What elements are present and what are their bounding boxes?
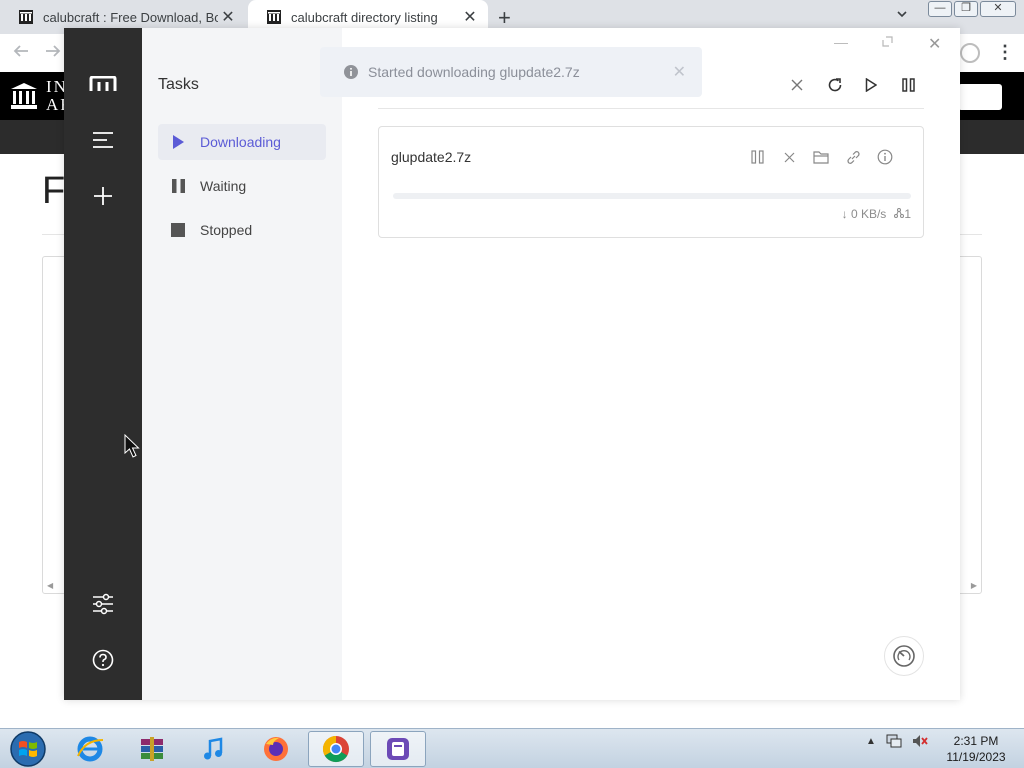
window-maximize-icon[interactable] — [882, 34, 893, 50]
window-minimize-icon[interactable]: — — [834, 34, 848, 50]
subnav-label: Waiting — [200, 178, 247, 194]
preferences-sliders-icon[interactable] — [88, 589, 118, 619]
task-info-icon[interactable] — [875, 147, 895, 167]
task-card[interactable]: glupdate2.7z ↓ 0 KB/s 1 — [378, 126, 924, 238]
connections-count: 1 — [894, 207, 911, 221]
archive-favicon-icon — [19, 10, 33, 24]
scroll-left-icon[interactable]: ◀ — [47, 581, 53, 590]
volume-muted-icon[interactable] — [912, 734, 928, 748]
show-hidden-icons-icon[interactable]: ▲ — [866, 736, 876, 747]
download-speed: ↓ 0 KB/s — [841, 207, 887, 221]
task-category-panel: Tasks Downloading Waiting Stopped — [142, 28, 342, 700]
task-delete-close-icon[interactable] — [779, 147, 799, 167]
tab-title: calubcraft : Free Download, Borrow — [43, 9, 218, 25]
connections-icon — [894, 208, 905, 218]
profile-avatar-icon[interactable] — [960, 43, 980, 63]
subnav-label: Stopped — [200, 222, 253, 238]
taskbar-firefox[interactable] — [248, 731, 304, 767]
stop-icon — [170, 222, 186, 238]
forward-arrow-icon[interactable] — [44, 42, 62, 66]
taskbar-winrar[interactable] — [124, 731, 180, 767]
site-search-box[interactable] — [958, 84, 1002, 110]
windows-start-button[interactable] — [6, 730, 50, 768]
help-icon[interactable] — [88, 645, 118, 675]
close-tab-icon[interactable]: ✕ — [218, 7, 238, 27]
internet-explorer-icon — [77, 736, 104, 762]
clock-date: 11/19/2023 — [946, 750, 1006, 764]
delete-task-close-icon[interactable] — [786, 74, 808, 96]
toast-close-icon[interactable]: ✕ — [673, 62, 686, 82]
system-tray: ▲ — [866, 734, 928, 748]
motrix-icon — [387, 738, 409, 760]
tasks-title: Tasks — [158, 76, 199, 93]
winrar-icon — [141, 737, 163, 761]
add-task-plus-icon[interactable] — [88, 181, 118, 211]
task-file-name: glupdate2.7z — [391, 149, 472, 165]
firefox-icon — [264, 737, 288, 761]
subnav-item-waiting[interactable]: Waiting — [158, 168, 326, 204]
network-icon[interactable] — [886, 734, 902, 748]
chrome-icon — [322, 735, 349, 763]
task-list-main: — ✕ glupdate2.7z ↓ 0 KB/s 1 — [342, 28, 960, 700]
window-close-icon[interactable]: ✕ — [928, 34, 941, 54]
archive-logo-icon[interactable] — [10, 82, 38, 110]
taskbar-itunes[interactable] — [186, 731, 242, 767]
mouse-cursor-icon — [124, 434, 140, 458]
tab-search-icon[interactable] — [896, 8, 908, 23]
taskbar-chrome[interactable] — [308, 731, 364, 767]
play-icon — [170, 134, 186, 150]
task-folder-icon[interactable] — [811, 147, 831, 167]
task-progress-bar — [393, 193, 911, 199]
connections-value: 1 — [904, 207, 911, 221]
task-stats: ↓ 0 KB/s 1 — [842, 207, 911, 221]
toolbar-divider — [378, 108, 924, 109]
restore-window-button[interactable]: ❐ — [954, 1, 978, 17]
refresh-icon[interactable] — [824, 74, 846, 96]
speedometer-button[interactable] — [884, 636, 924, 676]
subnav-item-downloading[interactable]: Downloading — [158, 124, 326, 160]
subnav-label: Downloading — [200, 134, 281, 150]
tab-title: calubcraft directory listing — [291, 9, 438, 25]
browser-menu-icon[interactable]: ⋮ — [996, 42, 1014, 63]
pause-all-icon[interactable] — [897, 74, 919, 96]
menu-icon[interactable] — [88, 125, 118, 155]
subnav-item-stopped[interactable]: Stopped — [158, 212, 326, 248]
clock-time: 2:31 PM — [953, 734, 999, 748]
resume-all-play-icon[interactable] — [860, 74, 882, 96]
site-page-heading: F — [42, 170, 66, 212]
close-tab-icon[interactable]: ✕ — [460, 7, 480, 27]
pause-icon — [170, 178, 186, 194]
speedometer-icon — [893, 645, 915, 667]
back-arrow-icon[interactable] — [12, 42, 30, 66]
motrix-logo-icon — [88, 69, 118, 99]
motrix-sidebar — [64, 28, 142, 700]
minimize-window-button[interactable]: — — [928, 1, 952, 17]
info-icon — [344, 65, 358, 79]
task-pause-icon[interactable] — [747, 147, 767, 167]
close-window-button[interactable]: ✕ — [980, 1, 1016, 17]
taskbar-internet-explorer[interactable] — [62, 731, 118, 767]
taskbar-clock[interactable]: 2:31 PM 11/19/2023 — [940, 733, 1012, 765]
scroll-right-icon[interactable]: ▶ — [971, 581, 977, 590]
task-link-icon[interactable] — [843, 147, 863, 167]
archive-favicon-icon — [267, 10, 281, 24]
taskbar-motrix[interactable] — [370, 731, 426, 767]
itunes-icon — [204, 737, 223, 760]
motrix-window: Tasks Downloading Waiting Stopped — ✕ gl… — [64, 28, 960, 700]
toast-message: Started downloading glupdate2.7z — [368, 64, 580, 80]
download-started-toast: Started downloading glupdate2.7z ✕ — [320, 47, 702, 97]
